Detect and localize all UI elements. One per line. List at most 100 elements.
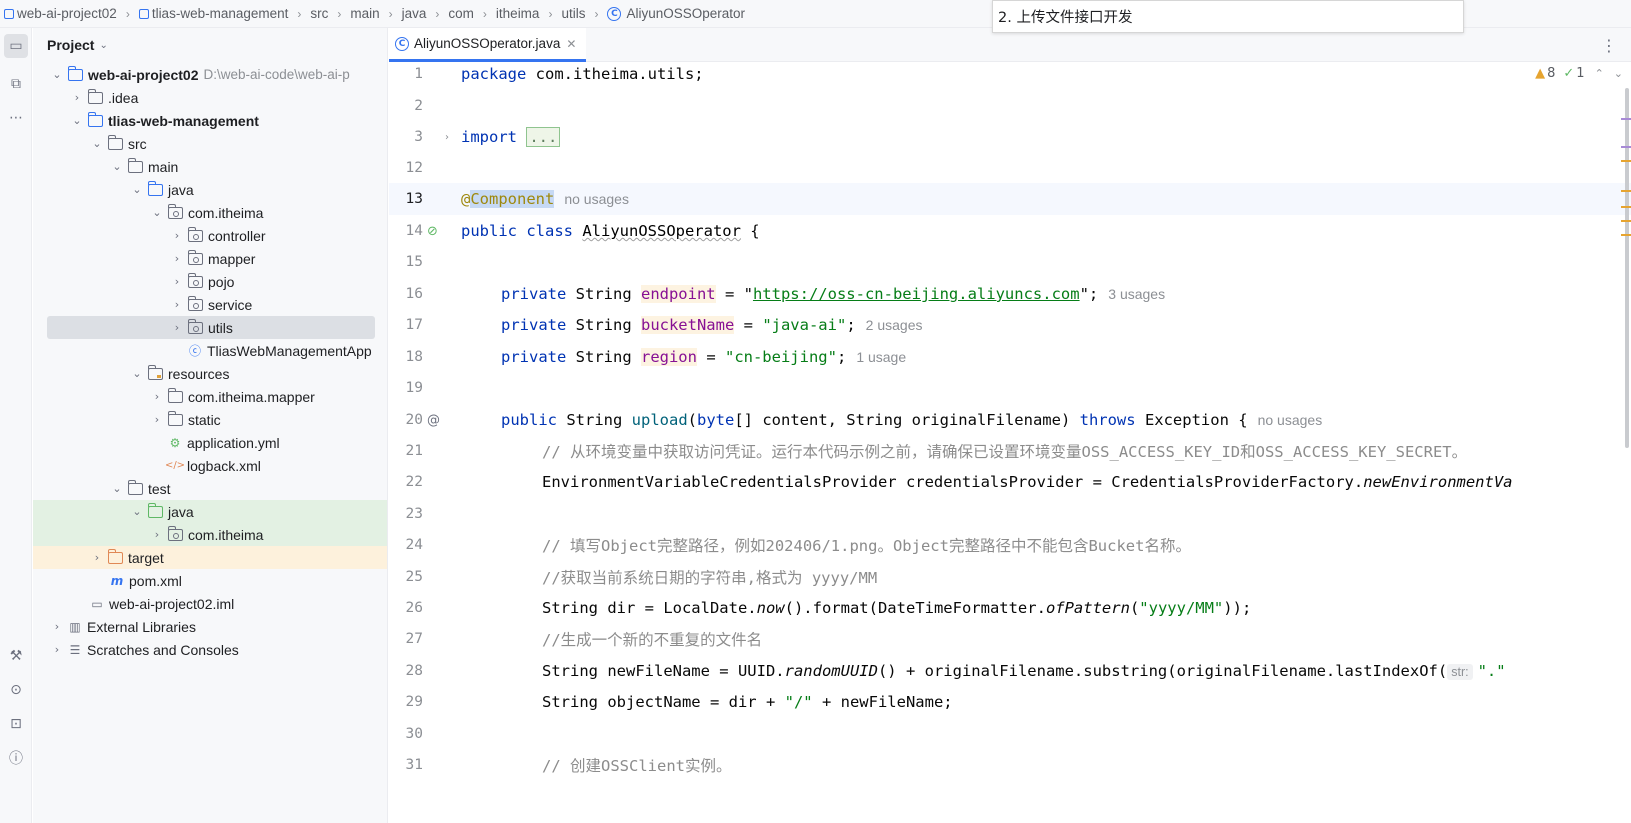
project-panel-header[interactable]: Project ⌄ [33, 28, 387, 62]
code-line: 24 // 填写Object完整路径，例如202406/1.png。Object… [389, 529, 1631, 561]
tree-item-idea[interactable]: › .idea [33, 86, 387, 109]
folder-icon[interactable]: ▭ [4, 34, 28, 58]
chevron-right-icon: › [548, 6, 553, 21]
class-icon: C [395, 36, 409, 51]
tree-item-src[interactable]: ⌄ src [33, 132, 387, 155]
code-editor[interactable]: ▲ 8 ✓ 1 ⌃ ⌄ 1 package com.itheima.utils; 2 … [389, 62, 1631, 823]
tree-item-project-root[interactable]: ⌄ web-ai-project02 D:\web-ai-code\web-ai-p [33, 63, 387, 86]
code-line: 15 [389, 246, 1631, 278]
line-number: 31 [405, 757, 423, 773]
chevron-right-icon: › [435, 6, 440, 21]
usage-hint[interactable]: 1 usage [856, 349, 906, 365]
code-text: EnvironmentVariableCredentialsProvider c… [542, 473, 1513, 491]
at-sign-icon[interactable]: @ [427, 413, 440, 428]
more-icon[interactable]: ⋯ [4, 106, 28, 130]
tree-item-logback-xml[interactable]: </> logback.xml [33, 454, 387, 477]
structure-icon[interactable]: ⧉ [4, 72, 28, 96]
tree-item-pojo[interactable]: › pojo [33, 270, 387, 293]
breadcrumb-item-utils[interactable]: utils [561, 6, 585, 21]
tree-label: controller [208, 227, 266, 244]
code-line: 19 [389, 372, 1631, 404]
panel-title: Project [47, 37, 95, 53]
source-folder-icon [147, 180, 163, 196]
tab-label: AliyunOSSOperator.java [414, 36, 561, 51]
code-comment: // 从环境变量中获取访问凭证。运行本代码示例之前，请确保已设置环境变量OSS_… [542, 443, 1468, 461]
spring-bean-icon[interactable]: ⊘ [427, 224, 438, 239]
tree-item-module[interactable]: ⌄ tlias-web-management [33, 109, 387, 132]
scroll-marker [1621, 146, 1631, 148]
services-icon[interactable]: ⊙ [4, 678, 28, 702]
code-line: 25 //获取当前系统日期的字符串,格式为 yyyy/MM [389, 561, 1631, 593]
chevron-down-icon: ⌄ [132, 367, 142, 380]
editor-tab-aliyun-oss-operator[interactable]: C AliyunOSSOperator.java ✕ [389, 28, 587, 62]
tree-item-mapper[interactable]: › mapper [33, 247, 387, 270]
tree-item-application-yml[interactable]: ⚙ application.yml [33, 431, 387, 454]
tree-item-main[interactable]: ⌄ main [33, 155, 387, 178]
chevron-right-icon: › [54, 643, 60, 656]
xml-file-icon: </> [164, 460, 186, 471]
folder-icon [127, 479, 143, 495]
breadcrumb-item-module[interactable]: tlias-web-management [138, 6, 288, 21]
code-text: package com.itheima.utils; [461, 65, 704, 83]
tree-item-test-java[interactable]: ⌄ java [33, 500, 387, 523]
close-icon[interactable]: ✕ [566, 37, 576, 51]
code-text: import ... [461, 127, 561, 147]
code-line-current: 13 @Component no usages [389, 183, 1631, 215]
usage-hint[interactable]: 3 usages [1108, 286, 1165, 302]
code-line: 14 ⊘ public class AliyunOSSOperator { [389, 215, 1631, 247]
scrollbar-thumb[interactable] [1625, 88, 1629, 448]
editor-tab-bar: C AliyunOSSOperator.java ✕ ⋮ [389, 28, 1631, 62]
line-number: 20 [405, 412, 423, 428]
tree-item-utils[interactable]: › utils [47, 316, 375, 339]
usage-hint[interactable]: no usages [1258, 412, 1323, 428]
usage-hint[interactable]: no usages [564, 191, 629, 207]
expand-fold-icon[interactable]: › [445, 132, 449, 143]
tree-item-application-class[interactable]: ⓒ TliasWebManagementApp [33, 339, 387, 362]
code-line: 20 @ public String upload(byte[] content… [389, 404, 1631, 436]
breadcrumb-item-itheima[interactable]: itheima [496, 6, 540, 21]
line-number: 12 [405, 160, 423, 176]
build-icon[interactable]: ⚒ [4, 644, 28, 668]
tree-label: TliasWebManagementApp [207, 342, 372, 359]
breadcrumb-item-main[interactable]: main [350, 6, 379, 21]
tree-item-resources[interactable]: ⌄ resources [33, 362, 387, 385]
breadcrumb-item-com[interactable]: com [448, 6, 474, 21]
line-number: 26 [405, 600, 423, 616]
breadcrumb-item-class[interactable]: C AliyunOSSOperator [607, 6, 745, 21]
tree-item-pom-xml[interactable]: m pom.xml [33, 569, 387, 592]
breadcrumb-item-project[interactable]: web-ai-project02 [4, 6, 117, 21]
tree-label: com.itheima [188, 204, 264, 221]
folder-icon [87, 88, 103, 104]
library-icon: ▥ [69, 619, 81, 634]
tree-item-controller[interactable]: › controller [33, 224, 387, 247]
tree-label: web-ai-project02.iml [109, 595, 235, 612]
tree-label: logback.xml [187, 457, 261, 474]
tree-item-scratches[interactable]: › ☰ Scratches and Consoles [33, 638, 387, 661]
tree-item-test[interactable]: ⌄ test [33, 477, 387, 500]
breadcrumb-item-java[interactable]: java [402, 6, 427, 21]
tree-item-test-com-itheima[interactable]: › com.itheima [33, 523, 387, 546]
line-number: 29 [405, 694, 423, 710]
breadcrumb-item-src[interactable]: src [310, 6, 328, 21]
tree-item-service[interactable]: › service [33, 293, 387, 316]
problems-icon[interactable]: ⓘ [4, 746, 28, 770]
folded-imports[interactable]: ... [526, 127, 561, 147]
tree-item-java[interactable]: ⌄ java [33, 178, 387, 201]
tree-item-external-libraries[interactable]: › ▥ External Libraries [33, 615, 387, 638]
tree-item-com-itheima-mapper[interactable]: › com.itheima.mapper [33, 385, 387, 408]
scratches-icon: ☰ [69, 642, 81, 657]
line-number: 27 [405, 631, 423, 647]
chevron-down-icon: ⌄ [112, 482, 122, 495]
editor-scrollbar[interactable] [1619, 62, 1631, 823]
more-options-icon[interactable]: ⋮ [1601, 36, 1617, 55]
module-folder-icon [87, 111, 103, 127]
tree-item-target[interactable]: › target [33, 546, 387, 569]
code-line: 27 //生成一个新的不重复的文件名 [389, 623, 1631, 655]
usage-hint[interactable]: 2 usages [866, 317, 923, 333]
tree-item-static[interactable]: › static [33, 408, 387, 431]
code-line: 12 [389, 152, 1631, 184]
tree-item-com-itheima[interactable]: ⌄ com.itheima [33, 201, 387, 224]
tree-item-iml[interactable]: ▭ web-ai-project02.iml [33, 592, 387, 615]
chevron-right-icon: › [482, 6, 487, 21]
terminal-icon[interactable]: ⊡ [4, 712, 28, 736]
